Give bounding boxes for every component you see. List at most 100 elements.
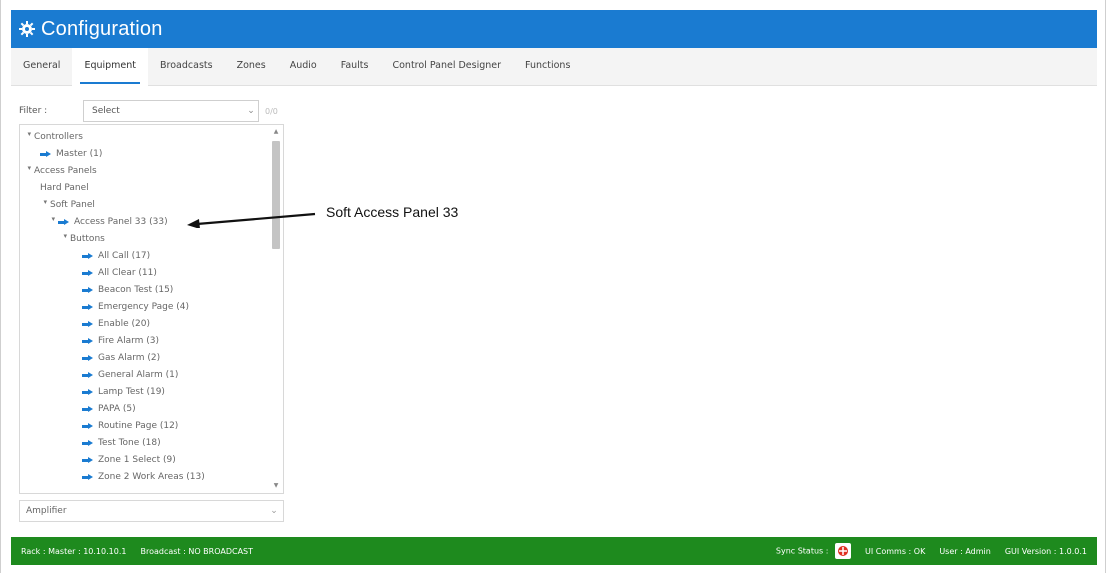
status-user: User : Admin — [939, 546, 991, 556]
status-sync-label: Sync Status : — [775, 546, 829, 556]
tab-general[interactable]: General — [11, 48, 72, 86]
tab-zones[interactable]: Zones — [225, 48, 278, 86]
tree-item[interactable]: ▸ Buttons — [60, 231, 105, 248]
tree-item-label: Access Panel 33 (33) — [74, 217, 168, 227]
gear-icon — [19, 21, 35, 37]
tree-item[interactable]: ▸ Access Panel 33 (33) — [48, 214, 168, 231]
expand-toggle-icon[interactable]: ▸ — [57, 235, 74, 245]
tree-item-label: Hard Panel — [40, 183, 89, 193]
tree-item[interactable]: ▸ Access Panels — [24, 163, 97, 180]
title-bar: Configuration — [11, 10, 1097, 48]
status-sync: Sync Status : — [776, 543, 851, 559]
tab-audio[interactable]: Audio — [278, 48, 329, 86]
tree-item[interactable]: PAPA (5) — [82, 401, 136, 418]
tab-control-panel-designer[interactable]: Control Panel Designer — [380, 48, 513, 86]
expand-toggle-icon[interactable]: ▸ — [37, 201, 54, 211]
configuration-window: Configuration General Equipment Broadcasts… — [0, 0, 1106, 573]
tree-item[interactable]: Emergency Page (4) — [82, 299, 189, 316]
arrow-right-icon — [82, 372, 95, 379]
amplifier-select[interactable]: Amplifier ⌄ — [19, 500, 284, 522]
arrow-right-icon — [82, 423, 95, 430]
tree-item[interactable]: Beacon Test (15) — [82, 282, 173, 299]
tree-item-label: Test Tone (18) — [98, 438, 161, 448]
chevron-down-icon: ⌄ — [247, 106, 255, 116]
tree-item-label: Enable (20) — [98, 319, 150, 329]
tree-item-label: Zone 1 Select (9) — [98, 455, 176, 465]
tab-bar: General Equipment Broadcasts Zones Audio Faul… — [11, 47, 1097, 86]
tree-item-label: Soft Panel — [50, 200, 95, 210]
filter-row: Filter : Select ⌄ 0/0 — [19, 100, 278, 122]
tree-item-label: Routine Page (12) — [98, 421, 179, 431]
tab-equipment[interactable]: Equipment — [72, 47, 149, 86]
tree-item[interactable]: Enable (20) — [82, 316, 150, 333]
tree-item[interactable]: Zone 2 Work Areas (13) — [82, 469, 205, 486]
tree-item-label: Emergency Page (4) — [98, 302, 190, 312]
arrow-right-icon — [58, 219, 71, 226]
expand-toggle-icon[interactable]: ▸ — [21, 167, 38, 177]
chevron-down-icon: ⌄ — [270, 506, 278, 516]
tree-item-label: Lamp Test (19) — [98, 387, 165, 397]
tree-item-label: Controllers — [34, 132, 83, 142]
annotation-label: Soft Access Panel 33 — [326, 204, 459, 220]
arrow-right-icon — [82, 440, 95, 447]
arrow-right-icon — [82, 338, 95, 345]
page-title: Configuration — [41, 17, 163, 40]
arrow-right-icon — [82, 457, 95, 464]
equipment-tree[interactable]: ▸ Controllers Master (1) ▸ Access Panels Hard… — [19, 124, 284, 494]
tree-scrollbar[interactable]: ▲ ▼ — [271, 127, 281, 491]
annotation-arrow — [187, 212, 316, 228]
tree-item[interactable]: ▸ Soft Panel — [40, 197, 95, 214]
arrow-right-icon — [82, 406, 95, 413]
arrow-right-icon — [82, 270, 95, 277]
arrow-right-icon — [82, 304, 95, 311]
filter-count: 0/0 — [265, 106, 278, 116]
tree-item[interactable]: General Alarm (1) — [82, 367, 178, 384]
scroll-down-icon[interactable]: ▼ — [271, 481, 281, 491]
arrow-right-icon — [82, 253, 95, 260]
expand-toggle-icon[interactable]: ▸ — [21, 133, 38, 143]
tree-item-label: Fire Alarm (3) — [98, 336, 160, 346]
tree-item-label: PAPA (5) — [98, 404, 136, 414]
tree-item[interactable]: Fire Alarm (3) — [82, 333, 159, 350]
tab-faults[interactable]: Faults — [329, 48, 381, 86]
tree-item[interactable]: Test Tone (18) — [82, 435, 161, 452]
arrow-right-icon — [82, 355, 95, 362]
arrow-right-icon — [82, 474, 95, 481]
arrow-right-icon — [82, 321, 95, 328]
tree-item-label: All Clear (11) — [98, 268, 157, 278]
filter-select[interactable]: Select ⌄ — [83, 100, 259, 122]
amplifier-select-value: Amplifier — [26, 506, 67, 516]
status-broadcast: Broadcast : NO BROADCAST — [140, 546, 254, 556]
tree-item[interactable]: All Clear (11) — [82, 265, 157, 282]
filter-select-value: Select — [92, 106, 120, 116]
tree-item[interactable]: All Call (17) — [82, 248, 150, 265]
tree-item-label: All Call (17) — [98, 251, 151, 261]
tree-item[interactable]: Master (1) — [40, 146, 102, 163]
status-gui-version: GUI Version : 1.0.0.1 — [1004, 546, 1087, 556]
scroll-up-icon[interactable]: ▲ — [271, 127, 281, 137]
tree-item-label: Access Panels — [34, 166, 97, 176]
tree-item[interactable]: Lamp Test (19) — [82, 384, 165, 401]
tree-item-label: Beacon Test (15) — [98, 285, 174, 295]
tree-item-label: General Alarm (1) — [98, 370, 179, 380]
scroll-thumb[interactable] — [272, 141, 280, 249]
tree-item-label: Master (1) — [56, 149, 103, 159]
tree-item[interactable]: Routine Page (12) — [82, 418, 178, 435]
tree-item[interactable]: ▸ Controllers — [24, 129, 83, 146]
status-ui-comms: UI Comms : OK — [865, 546, 926, 556]
sync-status-icon[interactable] — [835, 543, 851, 559]
tab-functions[interactable]: Functions — [513, 48, 582, 86]
status-rack: Rack : Master : 10.10.10.1 — [21, 546, 127, 556]
tree-item[interactable]: Zone 1 Select (9) — [82, 452, 176, 469]
filter-label: Filter : — [19, 106, 48, 116]
tree-item-label: Buttons — [70, 234, 105, 244]
tab-broadcasts[interactable]: Broadcasts — [148, 48, 225, 86]
tree-item-label: Zone 2 Work Areas (13) — [98, 472, 205, 482]
tree-item[interactable]: Gas Alarm (2) — [82, 350, 160, 367]
arrow-right-icon — [82, 287, 95, 294]
arrow-right-icon — [40, 151, 53, 158]
tree-item-label: Gas Alarm (2) — [98, 353, 161, 363]
tree-item[interactable]: Hard Panel — [40, 180, 89, 197]
arrow-right-icon — [82, 389, 95, 396]
status-bar: Rack : Master : 10.10.10.1 Broadcast : N… — [11, 537, 1097, 565]
